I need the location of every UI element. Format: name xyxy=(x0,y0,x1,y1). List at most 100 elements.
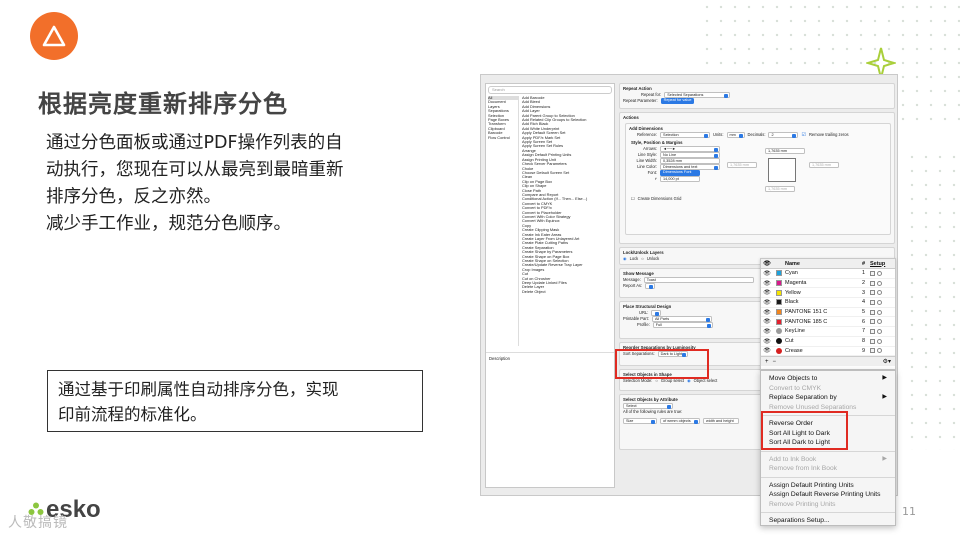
separation-row[interactable]: 👁 Cut 8 xyxy=(761,337,895,347)
ink-setup-icon[interactable] xyxy=(877,338,882,344)
actions-section: Actions Add Dimensions Reference: Select… xyxy=(619,112,895,244)
eye-icon[interactable]: 👁 xyxy=(761,299,773,306)
menu-item[interactable]: Separations Setup... xyxy=(761,516,895,526)
submenu-arrow-icon: ▶ xyxy=(882,455,887,462)
profile-select[interactable]: Full xyxy=(652,322,713,328)
separation-row[interactable]: 👁 Cyan 1 xyxy=(761,269,895,279)
separation-row[interactable]: 👁 Crease 9 xyxy=(761,347,895,357)
eye-icon[interactable]: 👁 xyxy=(761,318,773,325)
separation-color-dot xyxy=(776,328,782,335)
repeat-for-select[interactable]: Selected Separations xyxy=(664,92,731,98)
separation-name: Cut xyxy=(785,338,794,345)
separation-number: 5 xyxy=(861,309,865,316)
select-value: Dimensions and text xyxy=(663,165,698,169)
column-header-number[interactable]: # xyxy=(855,261,867,267)
separation-row[interactable]: 👁 Yellow 3 xyxy=(761,288,895,299)
margin-top-input[interactable]: 1,7635 mm xyxy=(765,148,805,154)
eye-icon[interactable]: 👁 xyxy=(761,328,773,335)
printing-unit-icon[interactable] xyxy=(870,299,875,305)
separation-row[interactable]: 👁 Magenta 2 xyxy=(761,279,895,289)
separation-name: PANTONE 185 C xyxy=(785,318,828,325)
separation-name: Magenta xyxy=(785,280,807,287)
printing-unit-icon[interactable] xyxy=(870,338,875,344)
eye-icon[interactable]: 👁 xyxy=(761,338,773,345)
menu-item[interactable]: Move Objects to ▶ xyxy=(761,374,895,384)
printing-unit-icon[interactable] xyxy=(870,280,875,286)
margin-right-input[interactable]: 1,7635 mm xyxy=(809,162,839,168)
font-size-icon: ꜰ xyxy=(654,176,657,181)
ink-setup-icon[interactable] xyxy=(877,309,882,315)
printing-unit-icon[interactable] xyxy=(870,319,875,325)
menu-item-label: Add to Ink Book xyxy=(769,455,817,463)
menu-item-label: Replace Separation by xyxy=(769,394,837,401)
select-value: All Parts xyxy=(654,317,670,321)
report-as-select[interactable] xyxy=(645,283,656,289)
attribute-select[interactable]: Size xyxy=(623,418,657,424)
repeat-param-select[interactable]: Repeat for value xyxy=(660,98,695,104)
radio-checked-icon[interactable]: ◉ xyxy=(623,256,627,262)
message-input[interactable]: Toast xyxy=(643,277,754,283)
printing-unit-icon[interactable] xyxy=(870,309,875,315)
font-size-input[interactable]: 14,000 pt xyxy=(660,176,700,182)
ink-setup-icon[interactable] xyxy=(877,299,882,305)
margin-left-input[interactable]: 1,7635 mm xyxy=(727,162,757,168)
search-input[interactable]: Search xyxy=(488,86,612,94)
ink-setup-icon[interactable] xyxy=(877,319,882,325)
eye-icon[interactable]: 👁 xyxy=(761,280,773,287)
ink-setup-icon[interactable] xyxy=(877,270,882,276)
body-text: 通过分色面板或通过PDF操作列表的自 动执行，您现在可以从最亮到最暗重新 排序分… xyxy=(46,130,426,238)
body-line: 通过分色面板或通过PDF操作列表的自 xyxy=(46,133,343,153)
select-value: of wrmm objects xyxy=(663,419,691,423)
chevron-down-icon xyxy=(704,133,709,138)
printing-unit-icon[interactable] xyxy=(870,290,875,296)
gear-icon[interactable]: ⚙▾ xyxy=(883,358,891,365)
column-header-name[interactable]: Name xyxy=(785,261,855,267)
object-kind-select[interactable]: of wrmm objects xyxy=(660,418,700,424)
action-item[interactable]: Delete Object xyxy=(522,289,614,294)
checkbox-checked-icon[interactable]: ☑ xyxy=(801,132,805,138)
ink-setup-icon[interactable] xyxy=(877,280,882,286)
select-value: Full xyxy=(655,323,662,327)
add-icon[interactable]: + xyxy=(765,359,769,365)
remove-icon[interactable]: − xyxy=(773,359,777,365)
eye-icon[interactable]: 👁 xyxy=(761,347,773,354)
separation-row[interactable]: 👁 PANTONE 185 C 6 xyxy=(761,317,895,328)
divider xyxy=(486,352,614,353)
margins-widget: 1,7635 mm 1,7635 mm 1,7635 mm 1,7635 mm xyxy=(725,146,875,196)
radio-icon[interactable]: ○ xyxy=(641,256,643,262)
menu-item[interactable]: Assign Default Reverse Printing Units xyxy=(761,490,895,500)
select-value: mm xyxy=(729,133,736,137)
eye-icon[interactable]: 👁 xyxy=(761,309,773,316)
ink-setup-icon[interactable] xyxy=(877,290,882,296)
menu-item-label: Remove Printing Units xyxy=(769,500,836,508)
line-color-select[interactable]: Dimensions and text xyxy=(660,164,720,170)
column-header-setup[interactable]: Setup xyxy=(867,261,891,267)
category-item[interactable]: Flow Control xyxy=(488,135,518,140)
eye-icon[interactable]: 👁 xyxy=(761,289,773,296)
menu-item: Remove Printing Units xyxy=(761,500,895,510)
radio-label: Unlock xyxy=(646,256,660,261)
menu-item[interactable]: Assign Default Printing Units xyxy=(761,481,895,491)
separation-row[interactable]: 👁 Black 4 xyxy=(761,298,895,308)
reference-select[interactable]: Selection xyxy=(660,132,711,138)
printing-unit-icon[interactable] xyxy=(870,348,875,354)
decimals-select[interactable]: 2 xyxy=(768,132,799,138)
units-select[interactable]: mm xyxy=(726,132,745,138)
eye-icon[interactable]: 👁 xyxy=(761,270,773,277)
menu-item[interactable]: Replace Separation by ▶ xyxy=(761,393,895,403)
separation-row[interactable]: 👁 PANTONE 151 C 5 xyxy=(761,308,895,318)
separation-row[interactable]: 👁 KeyLine 7 xyxy=(761,327,895,337)
margin-bottom-input[interactable]: 1,7635 mm xyxy=(765,186,795,192)
dimension-select[interactable]: width and height xyxy=(703,418,739,424)
printing-unit-icon[interactable] xyxy=(870,270,875,276)
printing-unit-icon[interactable] xyxy=(870,328,875,334)
ink-setup-icon[interactable] xyxy=(877,328,882,334)
rule-text: All of the following rules are true: xyxy=(623,409,683,414)
ink-setup-icon[interactable] xyxy=(877,348,882,354)
field-label: Units: xyxy=(713,132,724,137)
select-mode-select[interactable]: Select xyxy=(623,403,673,409)
checkbox-icon[interactable]: ☐ xyxy=(631,196,635,202)
chevron-down-icon xyxy=(714,165,718,170)
highlight-frame-reorder xyxy=(615,349,709,379)
font-select[interactable]: Dimensions Font xyxy=(660,170,700,176)
